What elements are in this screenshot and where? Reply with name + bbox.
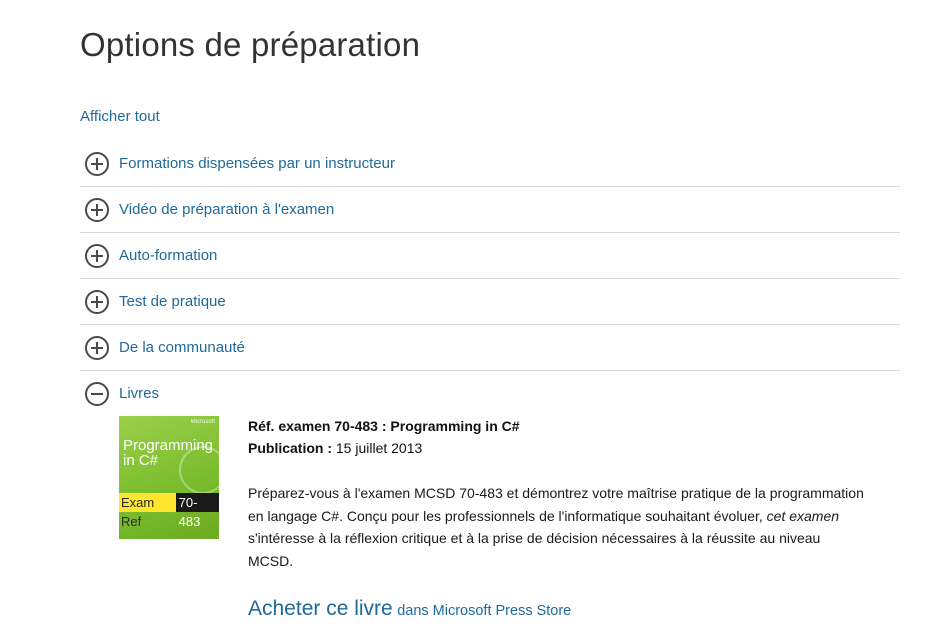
accordion-item-exam-prep-video[interactable]: Vidéo de préparation à l'examen xyxy=(80,187,900,233)
show-all-link[interactable]: Afficher tout xyxy=(80,108,160,125)
plus-circle-icon xyxy=(85,151,109,176)
accordion-label: Vidéo de préparation à l'examen xyxy=(119,201,335,218)
accordion-label: Auto-formation xyxy=(119,247,218,264)
accordion-label: Formations dispensées par un instructeur xyxy=(119,155,395,172)
cover-exam-number: 70-483 xyxy=(175,493,219,529)
plus-circle-icon xyxy=(85,335,109,360)
cover-ribbon: Exam Ref 70-483 xyxy=(119,493,219,529)
buy-store-text: dans Microsoft Press Store xyxy=(397,603,572,619)
description-emphasis: cet examen xyxy=(766,507,840,524)
book-description: Préparez-vous à l'examen MCSD 70-483 et … xyxy=(248,482,868,572)
book-info: Réf. examen 70-483 : Programming in C# P… xyxy=(248,416,868,621)
buy-line: Acheter ce livre dans Microsoft Press St… xyxy=(248,597,868,621)
minus-circle-icon xyxy=(85,381,109,406)
book-publication: Publication : 15 juillet 2013 xyxy=(248,440,868,456)
book-cover-image[interactable]: Microsoft Programming in C# Exam Ref 70-… xyxy=(119,416,219,539)
accordion-label: Livres xyxy=(119,385,160,402)
books-panel: Microsoft Programming in C# Exam Ref 70-… xyxy=(119,416,899,641)
cover-title: Programming in C# xyxy=(123,437,214,469)
publication-label: Publication : xyxy=(248,440,332,456)
cover-brand: Microsoft xyxy=(190,419,215,425)
accordion-item-self-paced[interactable]: Auto-formation xyxy=(80,233,900,279)
page-title: Options de préparation xyxy=(80,26,421,63)
accordion-label: Test de pratique xyxy=(119,293,226,310)
cover-series: Exam Ref xyxy=(119,493,176,529)
plus-circle-icon xyxy=(85,243,109,268)
book-reference: Réf. examen 70-483 : Programming in C# xyxy=(248,418,520,434)
buy-book-link[interactable]: Acheter ce livre xyxy=(248,597,393,620)
accordion-item-practice-test[interactable]: Test de pratique xyxy=(80,279,900,325)
prep-options-accordion: Formations dispensées par un instructeur… xyxy=(80,141,900,416)
accordion-item-books[interactable]: Livres xyxy=(80,371,900,416)
publication-date: 15 juillet 2013 xyxy=(335,440,423,456)
accordion-item-community[interactable]: De la communauté xyxy=(80,325,900,371)
plus-circle-icon xyxy=(85,197,109,222)
accordion-item-instructor-led[interactable]: Formations dispensées par un instructeur xyxy=(80,141,900,187)
accordion-label: De la communauté xyxy=(119,339,245,356)
description-text-2: s'intéresse à la réflexion critique et à… xyxy=(248,530,821,569)
plus-circle-icon xyxy=(85,289,109,314)
